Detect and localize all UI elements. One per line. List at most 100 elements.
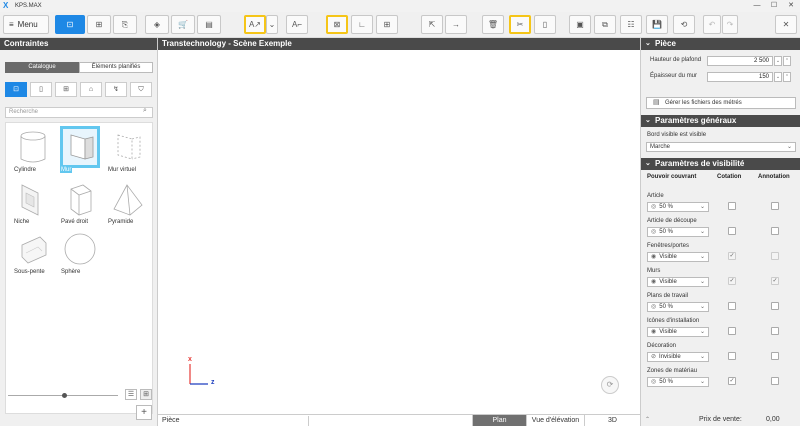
catalog-tool-button[interactable]: ⎘ [113, 15, 137, 34]
catalog-item-cylinder[interactable]: Cylindre [10, 127, 56, 175]
refresh-button[interactable]: ⟲ [673, 15, 695, 34]
tab-catalogue[interactable]: Catalogue [5, 62, 79, 73]
dimension-checkbox[interactable] [728, 327, 736, 335]
eye-icon: ◉ [651, 254, 657, 260]
measure-bar-button[interactable]: ▯ [534, 15, 556, 34]
visible-edge-select[interactable]: Marche ⌄ [646, 142, 796, 152]
add-button[interactable]: + [136, 405, 152, 420]
visibility-row-label: Article de découpe [647, 218, 697, 224]
axis-x-label: x [188, 356, 192, 363]
undo-button[interactable]: ↶ [703, 15, 721, 34]
dimension-checkbox[interactable]: ✓ [728, 252, 736, 260]
visibility-select[interactable]: ◎ 50 % ⌄ [647, 377, 709, 387]
scene-viewport[interactable]: Transtechnology - Scène Exemple x z ⟳ Pi… [158, 38, 640, 426]
close-window-button[interactable]: ✕ [786, 1, 796, 11]
grid-tool-button[interactable]: ⊞ [87, 15, 111, 34]
maximize-window-button[interactable]: ☐ [769, 1, 779, 11]
dimension-checkbox[interactable] [728, 202, 736, 210]
export-button[interactable]: → [445, 15, 467, 34]
visibility-select[interactable]: ◎ 50 % ⌄ [647, 302, 709, 312]
design-tool-button[interactable]: ◈ [145, 15, 169, 34]
chevron-up-icon[interactable]: ⌃ [645, 416, 650, 423]
annotation-checkbox[interactable] [771, 352, 779, 360]
files-icon: ▤ [653, 99, 660, 106]
catalog-item-sphere[interactable]: Sphère [57, 229, 103, 277]
tab-plan[interactable]: Plan [472, 415, 526, 426]
import-button[interactable]: ⇱ [421, 15, 443, 34]
slider-handle[interactable] [62, 393, 67, 398]
visibility-select[interactable]: ◉ Visible ⌄ [647, 277, 709, 287]
category-constraints-button[interactable]: ⊡ [5, 82, 27, 97]
measure-tool-button[interactable]: ∟ [351, 15, 373, 34]
annotation-checkbox[interactable] [771, 202, 779, 210]
annotation-checkbox[interactable] [771, 377, 779, 385]
tab-elevation[interactable]: Vue d'élévation [526, 415, 584, 426]
catalog-item-niche[interactable]: Niche [10, 179, 56, 227]
divider [308, 416, 309, 426]
snap-tool-button[interactable]: ⊠ [326, 15, 348, 34]
wall-thickness-input[interactable]: 150 [707, 72, 773, 82]
visibility-select[interactable]: ◎ 50 % ⌄ [647, 227, 709, 237]
section-general-settings[interactable]: ⌄ Paramètres généraux [641, 115, 800, 127]
catalog-item-cuboid[interactable]: Pavé droit [57, 179, 103, 227]
ceiling-decrement-button[interactable]: ⌄ [774, 56, 782, 66]
tab-planned-elements[interactable]: Éléments planifiés [79, 62, 153, 73]
dimension-checkbox[interactable] [728, 352, 736, 360]
cart-tool-button[interactable]: 🛒 [171, 15, 195, 34]
category-windows-button[interactable]: ⊞ [55, 82, 77, 97]
category-plumbing-button[interactable]: ⛉ [130, 82, 152, 97]
cut-tool-button[interactable]: ✂ [509, 15, 531, 34]
search-icon[interactable]: ⌕ [143, 107, 147, 115]
annotation-checkbox[interactable]: ✓ [771, 277, 779, 285]
annotation-checkbox[interactable] [771, 327, 779, 335]
add-tool-button[interactable]: ⊞ [376, 15, 398, 34]
grid-view-icon[interactable]: ⊞ [140, 389, 152, 400]
orientation-icon[interactable]: ⟳ [601, 376, 619, 394]
category-roof-button[interactable]: ⌂ [80, 82, 102, 97]
walls-tool-button[interactable]: ⊡ [55, 15, 85, 34]
catalog-item-sloped-ceiling[interactable]: Sous-pente [10, 229, 56, 277]
list-view-icon[interactable]: ☰ [125, 389, 137, 400]
ceiling-increment-button[interactable]: ⌃ [783, 56, 791, 66]
tab-3d[interactable]: 3D [584, 415, 640, 426]
manage-quantity-files-button[interactable]: ▤ Gérer les fichiers des métrés [646, 97, 796, 109]
visibility-value: Visible [659, 254, 677, 260]
wall-decrement-button[interactable]: ⌄ [774, 72, 782, 82]
ceiling-height-input[interactable]: 2 500 [707, 56, 773, 66]
catalog-item-virtual-wall[interactable]: Mur virtuel [104, 127, 150, 175]
dimension-checkbox[interactable]: ✓ [728, 277, 736, 285]
delete-button[interactable]: 🗑 [482, 15, 504, 34]
auto-dimension-button[interactable]: A↗ [244, 15, 266, 34]
visibility-select[interactable]: ◉ Visible ⌄ [647, 327, 709, 337]
dimension-tool-button[interactable]: A⌐ [286, 15, 308, 34]
catalog-item-wall[interactable]: Mur [57, 126, 103, 175]
visibility-select[interactable]: ◉ Visible ⌄ [647, 252, 709, 262]
document-tool-button[interactable]: ▤ [197, 15, 221, 34]
layers-button[interactable]: ⧉ [594, 15, 616, 34]
menu-button[interactable]: ≡ Menu [3, 15, 49, 34]
catalog-item-pyramid[interactable]: Pyramide [104, 179, 150, 227]
redo-button[interactable]: ↷ [722, 15, 738, 34]
section-visibility-settings[interactable]: ⌄ Paramètres de visibilité [641, 158, 800, 170]
annotation-checkbox[interactable] [771, 252, 779, 260]
search-input[interactable]: Recherche [5, 107, 153, 118]
presentation-button[interactable]: ▣ [569, 15, 591, 34]
category-doors-button[interactable]: ▯ [30, 82, 52, 97]
eye-icon: ◎ [651, 304, 657, 310]
save-button[interactable]: 💾 [646, 15, 668, 34]
visibility-row-label: Icônes d'installation [647, 318, 700, 324]
close-project-button[interactable]: ✕ [775, 15, 797, 34]
annotation-checkbox[interactable] [771, 227, 779, 235]
section-piece[interactable]: ⌄ Pièce [641, 38, 800, 50]
minimize-window-button[interactable]: — [752, 1, 762, 11]
annotation-checkbox[interactable] [771, 302, 779, 310]
category-electrical-button[interactable]: ↯ [105, 82, 127, 97]
dimension-checkbox[interactable] [728, 227, 736, 235]
wall-increment-button[interactable]: ⌃ [783, 72, 791, 82]
visibility-select[interactable]: ◎ 50 % ⌄ [647, 202, 709, 212]
visibility-select[interactable]: ⊘ Invisible ⌄ [647, 352, 709, 362]
checklist-button[interactable]: ☷ [620, 15, 642, 34]
auto-dimension-dropdown-button[interactable]: ⌄ [266, 15, 278, 34]
dimension-checkbox[interactable] [728, 302, 736, 310]
dimension-checkbox[interactable]: ✓ [728, 377, 736, 385]
